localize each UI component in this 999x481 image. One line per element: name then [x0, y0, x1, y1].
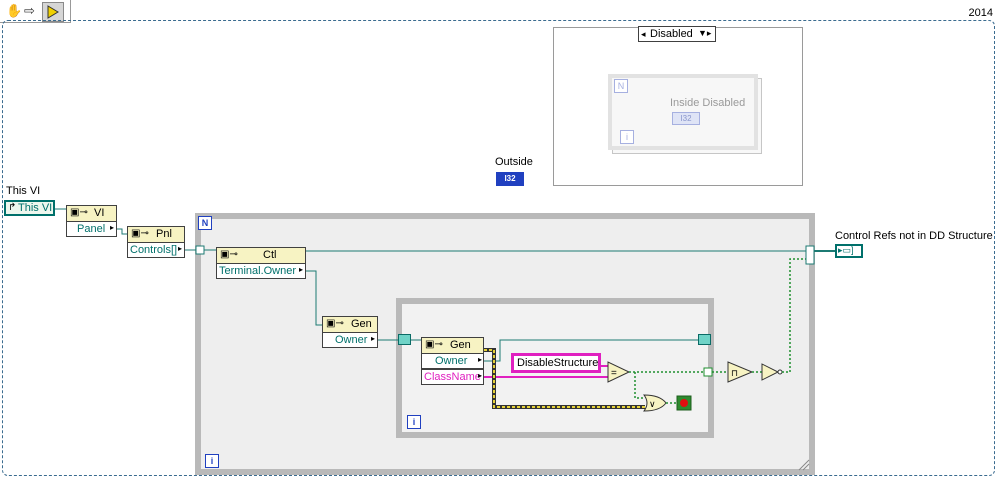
wire-panel-to-pnl: [117, 228, 127, 235]
array-reference-icon: ▸▭]: [838, 245, 854, 255]
output-label: Control Refs not in DD Structure: [835, 230, 993, 242]
control-refs-indicator[interactable]: ▸▭]: [835, 244, 863, 258]
loop-tunnel-in: [195, 245, 205, 255]
not-primitive-icon: [761, 363, 780, 381]
or-array-glyph: ⊓: [731, 368, 738, 378]
inner-loop-bool-tunnel: [703, 367, 713, 377]
wire-error-yellow: [484, 349, 645, 408]
wire-error-dark: [484, 348, 645, 409]
stop-terminal-icon: [680, 399, 688, 407]
wire-owner-to-shift-right: [484, 339, 698, 362]
wire-owner-to-gen: [306, 270, 322, 326]
wire-not-to-conditional: [782, 258, 806, 373]
conditional-tunnel: [805, 245, 815, 265]
not-bubble-icon: [777, 369, 783, 375]
resize-handle-icon[interactable]: [797, 458, 811, 472]
or-glyph: ∨: [649, 399, 656, 409]
wire-equal-to-or: [634, 372, 645, 399]
equal-sign-glyph: =: [611, 368, 617, 379]
